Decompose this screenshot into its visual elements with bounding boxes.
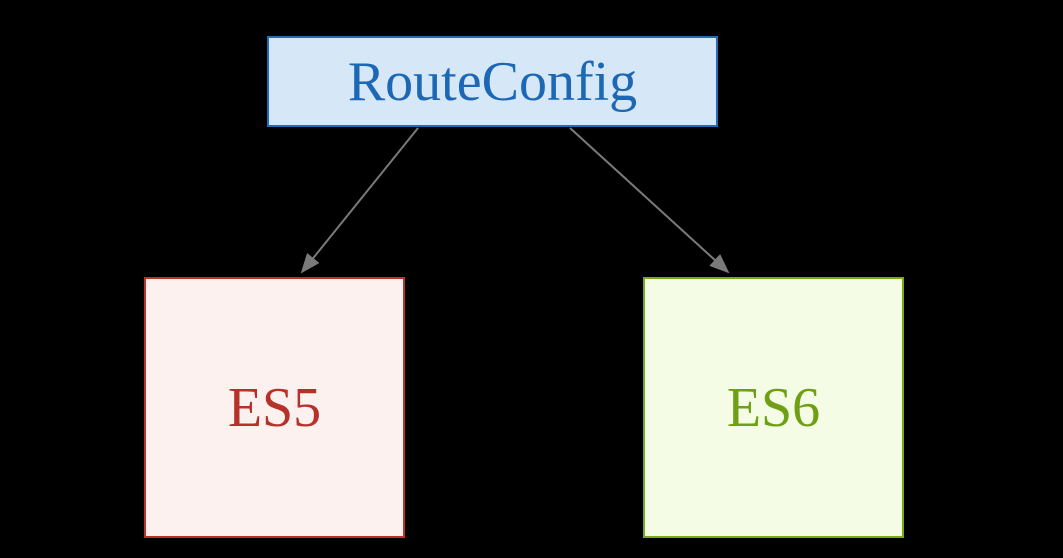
- arrow-left: [302, 128, 418, 272]
- es6-label: ES6: [727, 376, 820, 440]
- arrow-right: [570, 128, 728, 272]
- es6-node: ES6: [643, 277, 904, 538]
- es5-node: ES5: [144, 277, 405, 538]
- route-config-node: RouteConfig: [267, 36, 718, 127]
- es5-label: ES5: [228, 376, 321, 440]
- route-config-label: RouteConfig: [348, 50, 637, 114]
